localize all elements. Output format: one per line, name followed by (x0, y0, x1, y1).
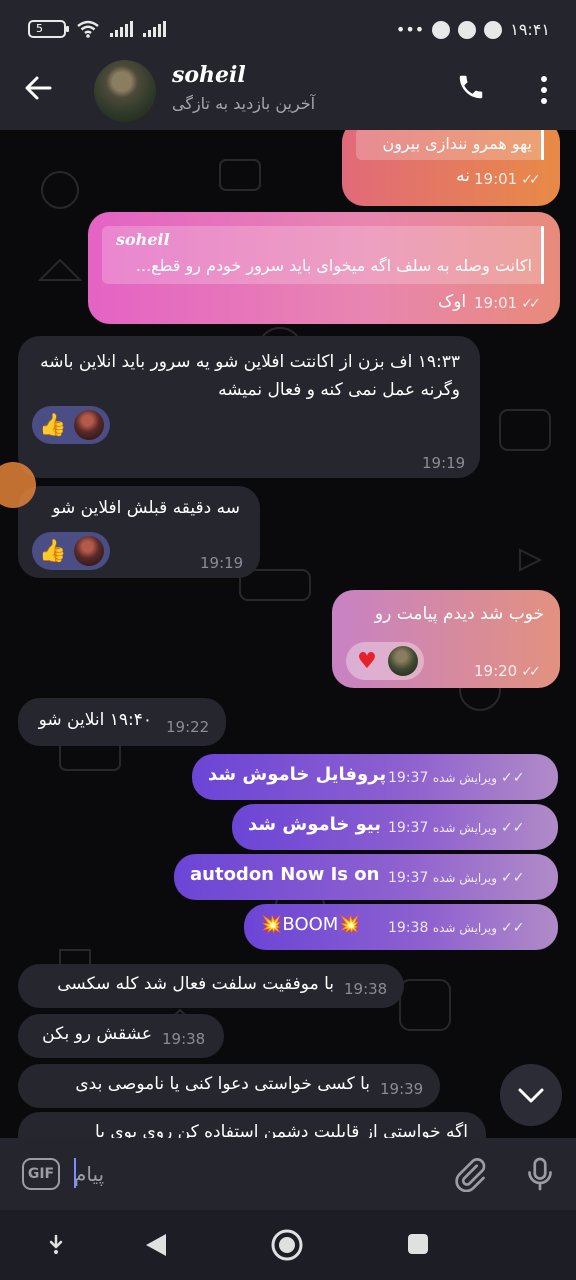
message-meta: 19:37 ویرایش شده ✓✓ (388, 870, 529, 886)
message-bubble[interactable]: خوب شد دیدم پیامت رو ♥ 19:20 ✓✓ (332, 590, 560, 688)
paperclip-icon[interactable] (452, 1156, 488, 1196)
message-text: اگه خواستی از قابلیت دشمن استفاده کن روی… (95, 1122, 468, 1138)
chat-area[interactable]: یهو همرو نندازی بیرون نه 19:01 ✓✓ soheil … (0, 130, 576, 1138)
chat-icon (484, 20, 503, 39)
phone-icon[interactable] (456, 72, 490, 106)
message-time: 19:39 (380, 1080, 424, 1098)
message-bubble[interactable]: یهو همرو نندازی بیرون نه 19:01 ✓✓ (342, 130, 560, 206)
message-bubble[interactable]: soheil اکانت وصله به سلف اگه میخوای باید… (88, 212, 560, 324)
reply-author: soheil (116, 230, 170, 249)
gif-button[interactable]: GIF (22, 1158, 60, 1190)
reply-preview: یهو همرو نندازی بیرون (356, 130, 544, 160)
message-text: ۱۹:۳۳ اف بزن از اکانتت افلاین شو یه سرور… (40, 352, 460, 400)
message-text: عشقش رو بکن (42, 1024, 152, 1044)
message-text: اوک (438, 292, 467, 312)
composer: GIF (0, 1138, 576, 1210)
message-text: بیو خاموش شد (248, 814, 382, 835)
clock: ۱۹:۴۱ (510, 20, 550, 39)
message-bubble[interactable]: autodon Now Is on 19:37 ویرایش شده ✓✓ (174, 854, 558, 900)
reply-preview: soheil اکانت وصله به سلف اگه میخوای باید… (102, 226, 544, 284)
message-meta: 19:37 ویرایش شده ✓✓ (388, 770, 529, 786)
scroll-down-button[interactable] (500, 1064, 562, 1126)
message-bubble[interactable]: اگه خواستی از قابلیت دشمن استفاده کن روی… (18, 1112, 486, 1138)
keyboard-hide-icon[interactable] (44, 1232, 68, 1260)
message-text: نه (456, 166, 470, 186)
more-notifications-icon: ••• (395, 20, 425, 39)
message-text: با کسی خواستی دعوا کنی یا ناموصی بدی (75, 1074, 370, 1094)
message-text: خوب شد دیدم پیامت رو (374, 604, 544, 624)
reactor-avatar (74, 410, 104, 440)
home-nav-icon[interactable] (270, 1228, 304, 1266)
message-time: 19:01 ✓✓ (474, 294, 541, 312)
message-time: 19:20 ✓✓ (474, 662, 541, 680)
message-bubble[interactable]: ۱۹:۴۰ انلاین شو 19:22 (18, 698, 226, 746)
message-text: با موفقیت سلفت فعال شد کله سکسی (57, 974, 334, 994)
wifi-icon (77, 20, 99, 38)
chevron-down-icon (518, 1088, 544, 1103)
back-arrow-icon[interactable] (24, 72, 52, 110)
message-bubble[interactable]: ۱۹:۳۳ اف بزن از اکانتت افلاین شو یه سرور… (18, 336, 480, 478)
recents-nav-icon[interactable] (406, 1232, 430, 1260)
message-time: 19:38 (162, 1030, 206, 1048)
message-time: 19:19 (422, 454, 466, 472)
avatar[interactable] (94, 60, 156, 122)
message-meta: 19:37 ویرایش شده ✓✓ (388, 820, 529, 836)
message-time: 19:22 (166, 718, 210, 736)
shield-check-icon (458, 20, 477, 39)
thumbs-up-icon: 👍 (39, 412, 67, 438)
reaction-chip[interactable]: 👍 (32, 406, 110, 444)
status-bar: 5 ••• ۱۹:۴۱ (0, 0, 576, 58)
reply-text: اکانت وصله به سلف اگه میخوای باید سرور خ… (135, 256, 532, 275)
contact-status: آخرین بازدید به تازگی (172, 94, 316, 113)
reply-text: یهو همرو نندازی بیرون (382, 134, 532, 153)
reactor-avatar (74, 536, 104, 566)
message-input[interactable] (74, 1156, 434, 1192)
reactor-avatar (388, 646, 418, 676)
reaction-chip[interactable]: 👍 (32, 532, 110, 570)
message-bubble[interactable]: بیو خاموش شد 19:37 ویرایش شده ✓✓ (232, 804, 558, 850)
message-time: 19:38 (344, 980, 388, 998)
message-bubble[interactable]: پروفایل خاموش شد 19:37 ویرایش شده ✓✓ (192, 754, 558, 800)
signal-icon (143, 21, 166, 37)
back-nav-icon[interactable] (144, 1232, 168, 1262)
message-time: 19:19 (200, 554, 244, 572)
message-meta: 19:38 ویرایش شده ✓✓ (388, 920, 529, 936)
system-nav-bar (0, 1210, 576, 1280)
message-time: 19:01 ✓✓ (474, 170, 541, 188)
message-bubble[interactable]: با کسی خواستی دعوا کنی یا ناموصی بدی 19:… (18, 1064, 440, 1108)
text-caret (74, 1158, 76, 1188)
thumbs-up-icon: 👍 (39, 538, 67, 564)
message-bubble[interactable]: با موفقیت سلفت فعال شد کله سکسی 19:38 (18, 964, 404, 1008)
message-text: ۱۹:۴۰ انلاین شو (38, 710, 152, 730)
contact-name[interactable]: soheil (172, 62, 246, 88)
message-text: 💥BOOM💥 (260, 914, 361, 935)
heart-icon: ♥ (357, 648, 377, 674)
app-icon (432, 20, 451, 39)
more-menu-icon[interactable] (540, 76, 548, 104)
signal-icon (110, 21, 133, 37)
message-bubble[interactable]: 💥BOOM💥 19:38 ویرایش شده ✓✓ (244, 904, 558, 950)
message-bubble[interactable]: عشقش رو بکن 19:38 (18, 1014, 224, 1058)
message-text: پروفایل خاموش شد (208, 764, 387, 785)
message-bubble[interactable]: سه دقیقه قبلش افلاین شو 👍 19:19 (18, 486, 260, 578)
reaction-chip[interactable]: ♥ (346, 642, 424, 680)
message-text: autodon Now Is on (190, 864, 380, 885)
microphone-icon[interactable] (522, 1156, 558, 1196)
chat-header: soheil آخرین بازدید به تازگی (0, 58, 576, 130)
battery-icon: 5 (28, 20, 69, 38)
message-text: سه دقیقه قبلش افلاین شو (52, 498, 240, 518)
